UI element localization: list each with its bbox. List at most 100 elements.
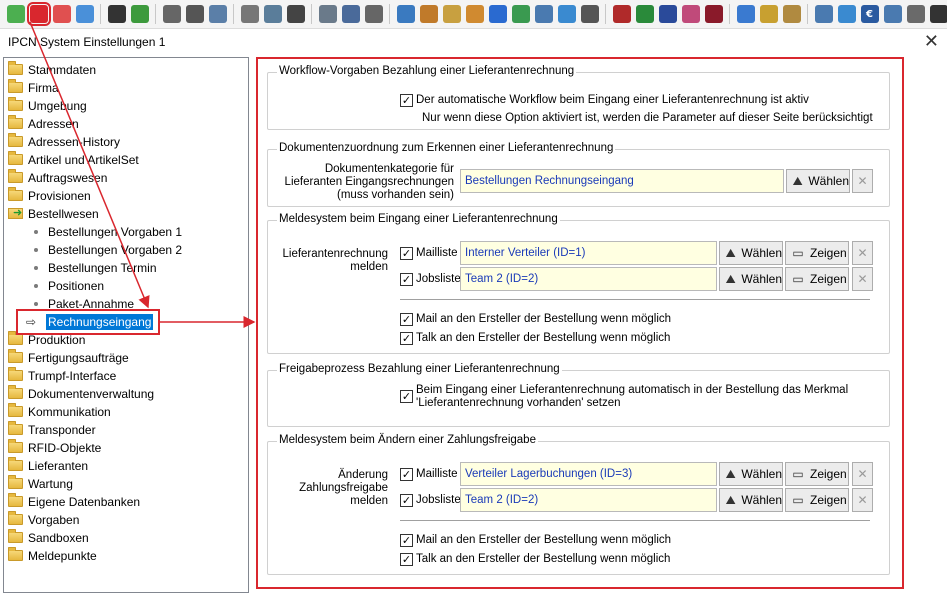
tree-item-provisionen[interactable]: Provisionen: [8, 187, 91, 205]
bullet-icon: [34, 284, 38, 288]
aendern-mail-ersteller-checkbox[interactable]: ✓: [400, 534, 413, 547]
book-darkred-icon[interactable]: [704, 5, 723, 23]
tree-item-umgebung[interactable]: Umgebung: [8, 97, 87, 115]
tree-item-fertigungsaufträge[interactable]: Fertigungsaufträge: [8, 349, 129, 367]
tree-item-auftragswesen[interactable]: Auftragswesen: [8, 169, 107, 187]
aendern-jobsliste-waehlen-button[interactable]: ⛰ Wählen: [719, 488, 783, 512]
add-circle-icon[interactable]: [488, 5, 507, 23]
box-icon[interactable]: [442, 5, 461, 23]
people-icon[interactable]: [318, 5, 337, 23]
note-icon[interactable]: [782, 5, 801, 23]
tree-item-rfid-objekte[interactable]: RFID-Objekte: [8, 439, 101, 457]
tree-item-trumpf-interface[interactable]: Trumpf-Interface: [8, 367, 116, 385]
tree-item-wartung[interactable]: Wartung: [8, 475, 73, 493]
workflow-active-checkbox[interactable]: ✓: [400, 94, 413, 107]
settings-green-icon[interactable]: [6, 5, 25, 23]
gear-icon[interactable]: [364, 5, 383, 23]
aendern-jobsliste-checkbox[interactable]: ✓: [400, 494, 413, 507]
tree-item-adressen[interactable]: Adressen: [8, 115, 79, 133]
edit-icon[interactable]: [341, 5, 360, 23]
printer-icon[interactable]: [162, 5, 181, 23]
aendern-jobsliste-field[interactable]: Team 2 (ID=2): [460, 488, 717, 512]
chat-icon[interactable]: [837, 5, 856, 23]
tree-item-sandboxen[interactable]: Sandboxen: [8, 529, 89, 547]
eingang-talk-ersteller-checkbox[interactable]: ✓: [400, 332, 413, 345]
coins-icon[interactable]: [759, 5, 778, 23]
tools-icon[interactable]: [396, 5, 415, 23]
book-pink-icon[interactable]: [681, 5, 700, 23]
aendern-jobsliste-clear-button[interactable]: ✕: [852, 488, 873, 512]
tree-item-firma[interactable]: Firma: [8, 79, 59, 97]
freigabe-merkmal-checkbox[interactable]: ✓: [400, 390, 413, 403]
dokumentenkategorie-field[interactable]: Bestellungen Rechnungseingang: [460, 169, 784, 193]
user-black-icon[interactable]: [107, 5, 126, 23]
aendern-mailliste-clear-button[interactable]: ✕: [852, 462, 873, 486]
phone-icon[interactable]: [929, 5, 947, 23]
tree-item-adressen-history[interactable]: Adressen-History: [8, 133, 120, 151]
folder-icon: [8, 385, 23, 399]
tree-item-lieferanten[interactable]: Lieferanten: [8, 457, 88, 475]
sync-icon[interactable]: [511, 5, 530, 23]
tree-item-bestellungen-vorgaben-1[interactable]: Bestellungen Vorgaben 1: [34, 223, 182, 241]
eingang-jobsliste-checkbox[interactable]: ✓: [400, 273, 413, 286]
bullet-icon: [34, 266, 38, 270]
tree-item-label: Adressen: [28, 117, 79, 131]
chart-pie-icon[interactable]: [736, 5, 755, 23]
tree-item-eigene-datenbanken[interactable]: Eigene Datenbanken: [8, 493, 140, 511]
folder-icon: [8, 151, 23, 165]
counter-icon[interactable]: [286, 5, 305, 23]
screen-icon[interactable]: [883, 5, 902, 23]
aendern-mailliste-waehlen-button[interactable]: ⛰ Wählen: [719, 462, 783, 486]
tree-item-vorgaben[interactable]: Vorgaben: [8, 511, 79, 529]
tree-item-dokumentenverwaltung[interactable]: Dokumentenverwaltung: [8, 385, 154, 403]
book-blue-icon[interactable]: [658, 5, 677, 23]
mail-icon[interactable]: [906, 5, 925, 23]
close-icon[interactable]: ✕: [924, 31, 939, 52]
zeigen-label: Zeigen: [810, 272, 847, 286]
book-red-icon[interactable]: [612, 5, 631, 23]
aendern-mailliste-checkbox[interactable]: ✓: [400, 468, 413, 481]
tree-item-label: Artikel und ArtikelSet: [28, 153, 139, 167]
eingang-mail-ersteller-checkbox[interactable]: ✓: [400, 313, 413, 326]
clock-icon[interactable]: [240, 5, 259, 23]
settings-red-icon[interactable]: [26, 2, 51, 26]
eingang-mailliste-clear-button[interactable]: ✕: [852, 241, 873, 265]
tree-item-kommunikation[interactable]: Kommunikation: [8, 403, 111, 421]
globe-icon[interactable]: [263, 5, 282, 23]
tree-item-transponder[interactable]: Transponder: [8, 421, 96, 439]
tree-item-bestellwesen[interactable]: Bestellwesen: [8, 204, 99, 223]
eingang-jobsliste-clear-button[interactable]: ✕: [852, 267, 873, 291]
search-icon[interactable]: [419, 5, 438, 23]
tree-item-stammdaten[interactable]: Stammdaten: [8, 61, 96, 79]
inbox-icon[interactable]: [534, 5, 553, 23]
eingang-jobsliste-zeigen-button[interactable]: ▭ Zeigen: [785, 267, 849, 291]
tree-item-artikel-und-artikelset[interactable]: Artikel und ArtikelSet: [8, 151, 139, 169]
dokumentenkategorie-clear-button[interactable]: ✕: [852, 169, 873, 193]
group-icon[interactable]: [465, 5, 484, 23]
tree-item-bestellungen-termin[interactable]: Bestellungen Termin: [34, 259, 157, 277]
dokumentenkategorie-waehlen-button[interactable]: ⛰ Wählen: [786, 169, 850, 193]
eingang-mailliste-waehlen-button[interactable]: ⛰ Wählen: [719, 241, 783, 265]
eingang-mailliste-checkbox[interactable]: ✓: [400, 247, 413, 260]
eingang-jobsliste-field[interactable]: Team 2 (ID=2): [460, 267, 717, 291]
aendern-mailliste-field[interactable]: Verteiler Lagerbuchungen (ID=3): [460, 462, 717, 486]
aendern-jobsliste-zeigen-button[interactable]: ▭ Zeigen: [785, 488, 849, 512]
document-icon[interactable]: [208, 5, 227, 23]
aendern-talk-ersteller-checkbox[interactable]: ✓: [400, 553, 413, 566]
export-icon[interactable]: [814, 5, 833, 23]
aendern-mailliste-zeigen-button[interactable]: ▭ Zeigen: [785, 462, 849, 486]
tree-item-positionen[interactable]: Positionen: [34, 277, 104, 295]
eingang-jobsliste-waehlen-button[interactable]: ⛰ Wählen: [719, 267, 783, 291]
user-green-icon[interactable]: [130, 5, 149, 23]
archive-icon[interactable]: [185, 5, 204, 23]
eingang-mailliste-field[interactable]: Interner Verteiler (ID=1): [460, 241, 717, 265]
star-icon[interactable]: [557, 5, 576, 23]
eingang-mailliste-zeigen-button[interactable]: ▭ Zeigen: [785, 241, 849, 265]
tree-item-bestellungen-vorgaben-2[interactable]: Bestellungen Vorgaben 2: [34, 241, 182, 259]
calculator-icon[interactable]: [580, 5, 599, 23]
tree-item-meldepunkte[interactable]: Meldepunkte: [8, 547, 97, 565]
settings-red2-icon[interactable]: [52, 5, 71, 23]
book-green-icon[interactable]: [635, 5, 654, 23]
settings-blue-icon[interactable]: [75, 5, 94, 23]
euro-icon[interactable]: €: [860, 5, 879, 23]
